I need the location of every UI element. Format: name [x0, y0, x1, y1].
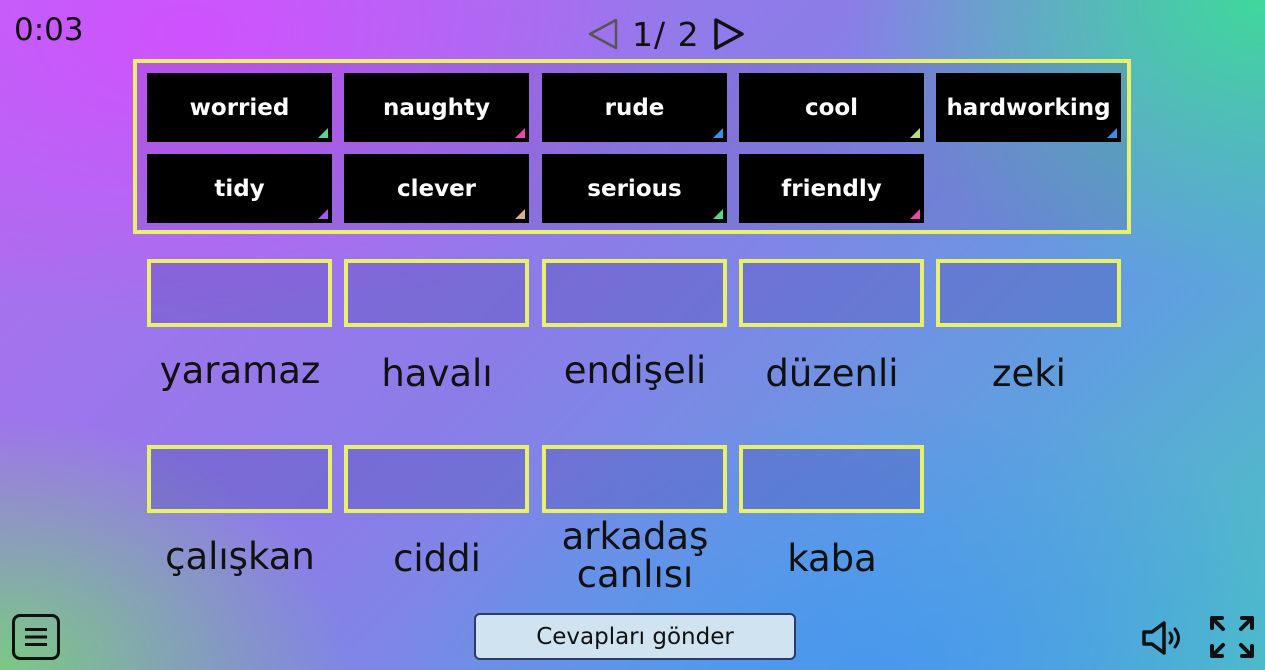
card-label: hardworking: [946, 94, 1111, 121]
fullscreen-icon[interactable]: [1208, 614, 1256, 660]
submit-answers-button[interactable]: Cevapları gönder: [474, 613, 796, 660]
answer-card[interactable]: serious: [542, 154, 727, 223]
target-label: düzenli: [765, 352, 899, 395]
target-label: zeki: [992, 352, 1066, 395]
pager: 1/ 2: [586, 12, 746, 56]
menu-button[interactable]: [12, 614, 60, 660]
answer-card[interactable]: worried: [147, 73, 332, 142]
target-label: arkadaş canlısı: [561, 515, 709, 596]
answer-card[interactable]: cool: [739, 73, 924, 142]
speaker-icon[interactable]: [1140, 618, 1186, 658]
corner-mark: [910, 209, 920, 219]
drop-slot[interactable]: [147, 445, 332, 513]
corner-mark: [515, 209, 525, 219]
card-label: rude: [604, 94, 665, 121]
drop-slot[interactable]: [147, 259, 332, 327]
corner-mark: [910, 128, 920, 138]
target-label: havalı: [381, 352, 493, 395]
answer-card[interactable]: naughty: [344, 73, 529, 142]
target-label: kaba: [787, 537, 877, 580]
drop-slot[interactable]: [542, 259, 727, 327]
answer-card[interactable]: friendly: [739, 154, 924, 223]
card-label: clever: [396, 175, 477, 202]
corner-mark: [713, 128, 723, 138]
corner-mark: [1107, 128, 1117, 138]
target-label: çalışkan: [165, 535, 315, 578]
answer-card[interactable]: rude: [542, 73, 727, 142]
drop-slot[interactable]: [344, 259, 529, 327]
card-label: cool: [804, 94, 859, 121]
corner-mark: [318, 209, 328, 219]
target-label: yaramaz: [159, 349, 321, 392]
page-indicator: 1/ 2: [632, 14, 700, 54]
answer-card[interactable]: hardworking: [936, 73, 1121, 142]
drop-slot[interactable]: [542, 445, 727, 513]
answer-card[interactable]: clever: [344, 154, 529, 223]
drop-slot[interactable]: [936, 259, 1121, 327]
target-label: ciddi: [393, 537, 481, 580]
drop-slot[interactable]: [739, 259, 924, 327]
card-label: serious: [587, 175, 682, 202]
answer-card[interactable]: tidy: [147, 154, 332, 223]
corner-mark: [515, 128, 525, 138]
card-label: tidy: [214, 175, 265, 202]
drop-slot[interactable]: [739, 445, 924, 513]
menu-icon: [25, 628, 47, 646]
corner-mark: [318, 128, 328, 138]
drop-slot[interactable]: [344, 445, 529, 513]
next-page-icon[interactable]: [712, 16, 746, 52]
timer: 0:03: [14, 12, 84, 48]
card-label: friendly: [781, 175, 882, 202]
card-label: naughty: [382, 94, 491, 121]
previous-page-icon[interactable]: [586, 16, 620, 52]
target-label: endişeli: [563, 349, 707, 392]
card-label: worried: [189, 94, 290, 121]
corner-mark: [713, 209, 723, 219]
